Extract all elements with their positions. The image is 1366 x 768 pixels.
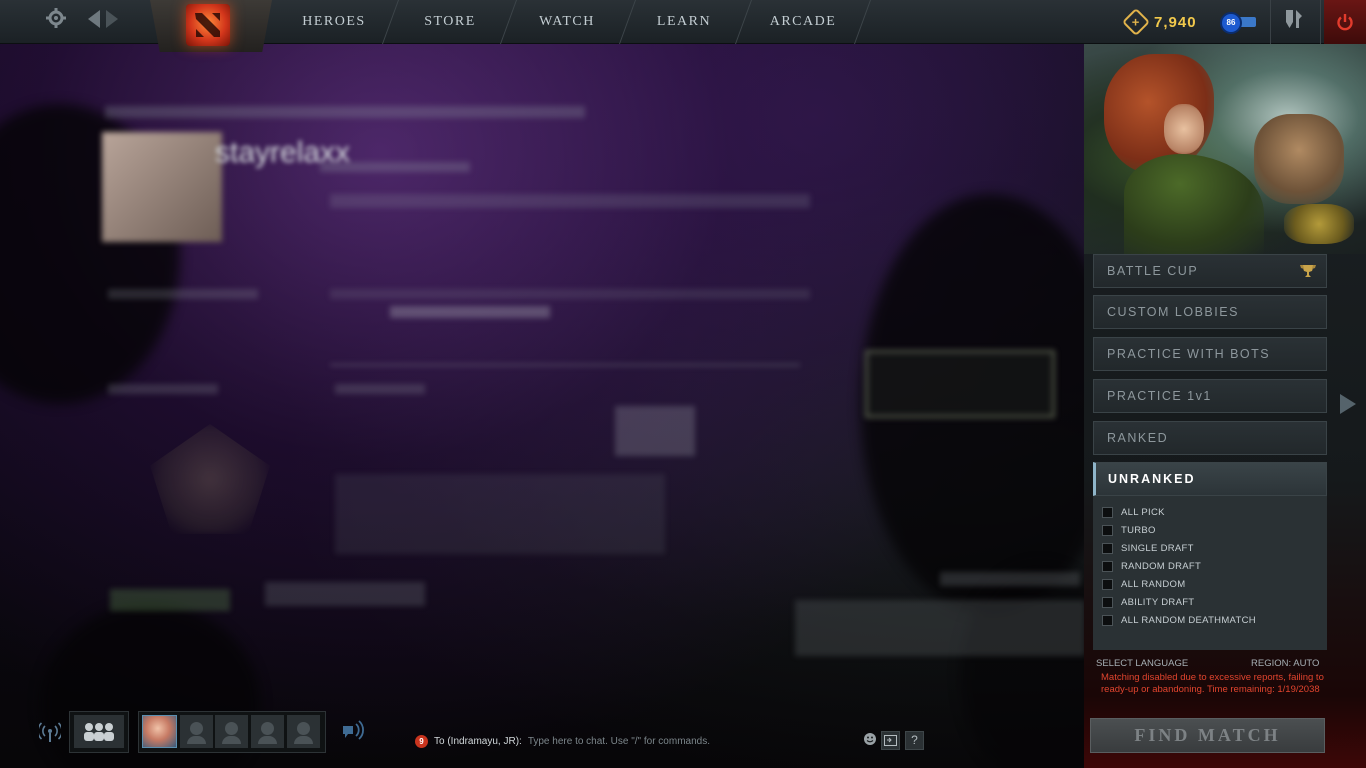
checkbox[interactable] xyxy=(1102,614,1113,626)
level-number: 86 xyxy=(1220,12,1242,34)
option-label: ABILITY DRAFT xyxy=(1121,596,1195,608)
checkbox[interactable] xyxy=(1102,524,1113,536)
armory-icon[interactable] xyxy=(1280,8,1308,38)
person-icon-body xyxy=(294,736,313,744)
option-all-random-deathmatch[interactable]: ALL RANDOM DEATHMATCH xyxy=(1102,613,1256,627)
mode-label: UNRANKED xyxy=(1108,472,1196,486)
emoticon-icon[interactable] xyxy=(862,732,878,748)
unread-count-badge[interactable]: 9 xyxy=(415,734,428,748)
shard-balance[interactable]: + 7,940 xyxy=(1121,7,1197,37)
shard-icon: + xyxy=(1121,7,1151,37)
checkbox[interactable] xyxy=(1102,542,1113,554)
profile-background: stayrelaxx xyxy=(0,44,1084,768)
chat-input[interactable] xyxy=(527,735,848,747)
option-all-random[interactable]: ALL RANDOM xyxy=(1102,577,1185,591)
mode-battle-cup[interactable]: BATTLE CUP xyxy=(1093,254,1327,288)
option-label: ALL PICK xyxy=(1121,506,1165,518)
person-icon xyxy=(190,722,203,735)
select-language-link[interactable]: SELECT LANGUAGE xyxy=(1096,658,1188,669)
person-icon xyxy=(225,722,238,735)
topbar-divider xyxy=(1270,0,1271,44)
hero-art-face xyxy=(1164,104,1204,154)
collapse-panel-arrow-icon[interactable] xyxy=(1340,394,1356,414)
person-icon-body xyxy=(258,736,277,744)
gear-icon[interactable] xyxy=(44,8,68,36)
power-icon[interactable] xyxy=(1324,0,1366,44)
option-label: ALL RANDOM xyxy=(1121,578,1186,590)
group-icon xyxy=(84,723,114,741)
hero-art-creature xyxy=(1254,114,1344,204)
hero-art-body xyxy=(1124,154,1264,254)
checkbox[interactable] xyxy=(1102,596,1113,608)
mode-label: BATTLE CUP xyxy=(1107,264,1199,278)
person-icon-body xyxy=(222,736,241,744)
chat-recipient[interactable]: To (Indramayu, JR): xyxy=(434,736,522,747)
mode-practice-1v1[interactable]: PRACTICE 1v1 xyxy=(1093,379,1327,413)
region-selector[interactable]: REGION: AUTO xyxy=(1251,658,1319,669)
checkbox[interactable] xyxy=(1102,578,1113,590)
nav-heroes[interactable]: HEROES xyxy=(280,0,388,44)
checkbox[interactable] xyxy=(1102,560,1113,572)
person-icon xyxy=(261,722,274,735)
chat-channel-icon xyxy=(884,735,897,746)
party-slot-empty[interactable] xyxy=(287,715,320,748)
game-mode-list: ALL PICK TURBO SINGLE DRAFT RANDOM DRAFT… xyxy=(1093,496,1327,650)
mode-ranked[interactable]: RANKED xyxy=(1093,421,1327,455)
party-slot-empty[interactable] xyxy=(251,715,284,748)
mode-unranked[interactable]: UNRANKED xyxy=(1093,462,1327,496)
option-label: SINGLE DRAFT xyxy=(1121,542,1194,554)
option-all-pick[interactable]: ALL PICK xyxy=(1102,505,1165,519)
arrow-right-icon[interactable] xyxy=(104,8,120,36)
option-label: RANDOM DRAFT xyxy=(1121,560,1202,572)
chat-settings-button[interactable] xyxy=(881,731,900,750)
chat-bar: 9 To (Indramayu, JR): xyxy=(415,730,855,752)
mode-label: CUSTOM LOBBIES xyxy=(1107,305,1239,319)
checkbox[interactable] xyxy=(1102,506,1113,518)
option-label: TURBO xyxy=(1121,524,1156,536)
option-turbo[interactable]: TURBO xyxy=(1102,523,1156,537)
party-slot-empty[interactable] xyxy=(180,715,213,748)
shard-amount: 7,940 xyxy=(1154,13,1197,31)
nav-store[interactable]: STORE xyxy=(395,0,505,44)
person-icon-body xyxy=(187,736,206,744)
featured-hero-art xyxy=(1084,44,1366,254)
option-random-draft[interactable]: RANDOM DRAFT xyxy=(1102,559,1201,573)
avatar[interactable] xyxy=(142,715,177,748)
topbar-divider xyxy=(1320,0,1321,44)
mode-practice-bots[interactable]: PRACTICE WITH BOTS xyxy=(1093,337,1327,371)
mode-label: PRACTICE 1v1 xyxy=(1107,389,1212,403)
option-single-draft[interactable]: SINGLE DRAFT xyxy=(1102,541,1194,555)
option-ability-draft[interactable]: ABILITY DRAFT xyxy=(1102,595,1194,609)
nav-arcade[interactable]: ARCADE xyxy=(748,0,858,44)
hero-art-detail xyxy=(1284,204,1354,244)
network-status-icon[interactable] xyxy=(37,722,63,750)
mode-label: RANKED xyxy=(1107,431,1169,445)
person-icon xyxy=(297,722,310,735)
option-label: ALL RANDOM DEATHMATCH xyxy=(1121,614,1256,626)
battle-level-badge[interactable]: 86 xyxy=(1220,12,1256,34)
party-slot-empty[interactable] xyxy=(215,715,248,748)
help-button[interactable]: ? xyxy=(905,731,924,750)
mode-custom-lobbies[interactable]: CUSTOM LOBBIES xyxy=(1093,295,1327,329)
matchmaking-warning: Matching disabled due to excessive repor… xyxy=(1101,672,1324,695)
party-finder-button[interactable] xyxy=(74,715,124,748)
find-match-button[interactable]: FIND MATCH xyxy=(1090,718,1325,753)
trophy-icon xyxy=(1300,265,1316,277)
dota-logo-icon[interactable] xyxy=(186,4,230,46)
nav-watch[interactable]: WATCH xyxy=(512,0,622,44)
voice-chat-icon[interactable] xyxy=(338,720,368,750)
mode-label: PRACTICE WITH BOTS xyxy=(1107,347,1271,361)
arrow-left-icon[interactable] xyxy=(86,8,102,36)
nav-learn[interactable]: LEARN xyxy=(630,0,738,44)
